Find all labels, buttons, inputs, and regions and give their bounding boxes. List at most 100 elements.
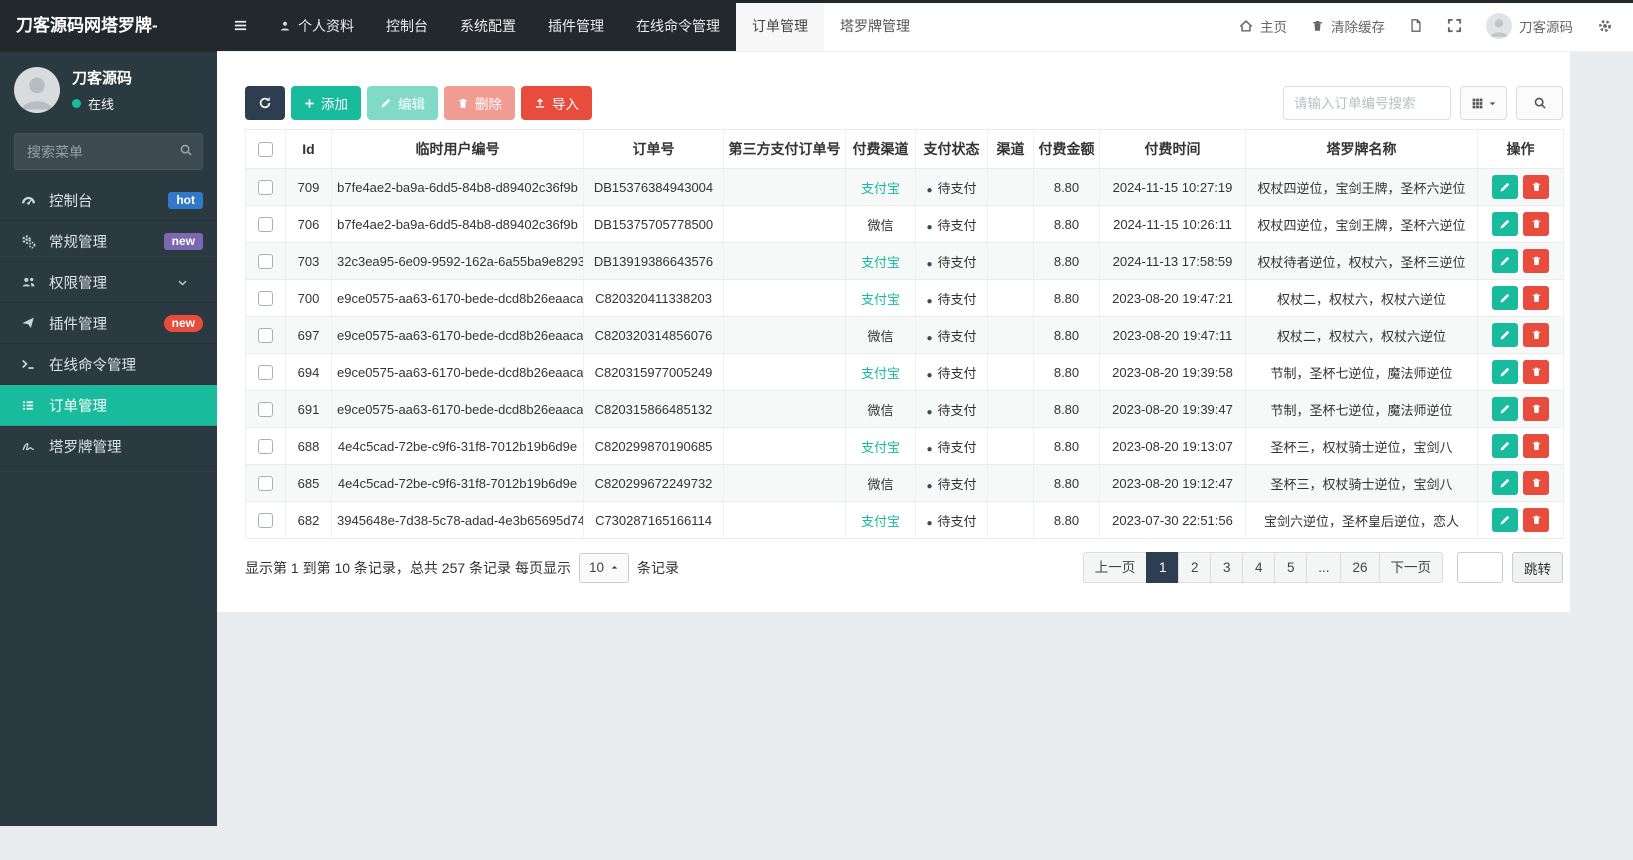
search-icon[interactable] bbox=[179, 143, 193, 157]
row-delete-button[interactable] bbox=[1523, 434, 1549, 458]
sidebar-item[interactable]: 常规管理 new bbox=[0, 221, 217, 262]
page-number[interactable]: 2 bbox=[1178, 552, 1212, 583]
row-edit-button[interactable] bbox=[1492, 323, 1518, 347]
hamburger-icon[interactable] bbox=[217, 0, 263, 51]
row-checkbox[interactable] bbox=[258, 365, 273, 381]
row-delete-button[interactable] bbox=[1523, 471, 1549, 495]
nav-tab[interactable]: 塔罗牌管理 bbox=[824, 0, 926, 51]
cell-actions bbox=[1477, 168, 1564, 206]
nav-tab-label: 插件管理 bbox=[548, 17, 604, 34]
pay-channel-label: 微信 bbox=[867, 217, 894, 233]
pencil-icon bbox=[380, 97, 392, 109]
cell-pay-channel[interactable]: 支付宝 bbox=[845, 279, 916, 317]
jump-page-input[interactable] bbox=[1457, 552, 1503, 583]
page-number[interactable]: 26 bbox=[1340, 552, 1380, 583]
pay-channel-label[interactable]: 支付宝 bbox=[861, 181, 900, 196]
prev-page-button[interactable]: 上一页 bbox=[1082, 552, 1148, 583]
sidebar-item[interactable]: 权限管理 bbox=[0, 262, 217, 303]
delete-button[interactable]: 删除 bbox=[444, 86, 515, 120]
edit-button[interactable]: 编辑 bbox=[367, 86, 438, 120]
row-checkbox[interactable] bbox=[258, 439, 273, 455]
table-body: 709 b7fe4ae2-ba9a-6dd5-84b8-d89402c36f9b D… bbox=[245, 168, 1564, 539]
pay-channel-label[interactable]: 支付宝 bbox=[861, 440, 900, 455]
docs-button[interactable] bbox=[1409, 18, 1423, 33]
sidebar-item[interactable]: 订单管理 bbox=[0, 385, 217, 426]
row-edit-button[interactable] bbox=[1492, 508, 1518, 532]
pay-channel-label[interactable]: 支付宝 bbox=[861, 255, 900, 270]
row-edit-button[interactable] bbox=[1492, 360, 1518, 384]
row-delete-button[interactable] bbox=[1523, 175, 1549, 199]
row-edit-button[interactable] bbox=[1492, 249, 1518, 273]
cell-pay-channel[interactable]: 支付宝 bbox=[845, 168, 916, 206]
edit-label: 编辑 bbox=[398, 97, 425, 112]
row-delete-button[interactable] bbox=[1523, 212, 1549, 236]
jump-button[interactable]: 跳转 bbox=[1512, 552, 1563, 583]
cell-pay-channel[interactable]: 支付宝 bbox=[845, 427, 916, 465]
page-number[interactable]: 3 bbox=[1210, 552, 1244, 583]
refresh-button[interactable] bbox=[245, 86, 285, 120]
row-checkbox[interactable] bbox=[258, 180, 273, 196]
clear-cache-button[interactable]: 清除缓存 bbox=[1311, 16, 1385, 36]
table-row: 700 e9ce0575-aa63-6170-bede-dcd8b26eaaca C… bbox=[245, 279, 1564, 317]
row-delete-button[interactable] bbox=[1523, 249, 1549, 273]
cell-pay-time: 2023-08-20 19:47:11 bbox=[1099, 316, 1246, 354]
row-delete-button[interactable] bbox=[1523, 397, 1549, 421]
pay-channel-label[interactable]: 支付宝 bbox=[861, 514, 900, 529]
sidebar-item[interactable]: 插件管理 new bbox=[0, 303, 217, 344]
nav-tab[interactable]: 在线命令管理 bbox=[620, 0, 736, 51]
row-edit-button[interactable] bbox=[1492, 212, 1518, 236]
sidebar-item-label: 订单管理 bbox=[49, 398, 107, 415]
order-search-input[interactable] bbox=[1283, 86, 1451, 120]
cell-actions bbox=[1477, 205, 1564, 243]
select-all-checkbox[interactable] bbox=[258, 142, 273, 158]
row-checkbox[interactable] bbox=[258, 476, 273, 492]
row-checkbox[interactable] bbox=[258, 402, 273, 418]
row-delete-button[interactable] bbox=[1523, 508, 1549, 532]
cell-pay-channel[interactable]: 支付宝 bbox=[845, 501, 916, 539]
sidebar-item[interactable]: 塔罗牌管理 bbox=[0, 426, 217, 467]
sidebar-user-panel: 刀客源码 在线 bbox=[0, 52, 217, 125]
menu-search-input[interactable] bbox=[14, 133, 203, 170]
row-delete-button[interactable] bbox=[1523, 323, 1549, 347]
row-checkbox[interactable] bbox=[258, 513, 273, 529]
row-edit-button[interactable] bbox=[1492, 175, 1518, 199]
page-number[interactable]: 1 bbox=[1146, 552, 1180, 583]
brand-logo[interactable]: 刀客源码网塔罗牌- bbox=[0, 0, 217, 52]
columns-button[interactable] bbox=[1460, 86, 1507, 120]
row-edit-button[interactable] bbox=[1492, 471, 1518, 495]
cell-pay-channel[interactable]: 支付宝 bbox=[845, 353, 916, 391]
sidebar-item[interactable]: 在线命令管理 bbox=[0, 344, 217, 385]
page-number[interactable]: 4 bbox=[1242, 552, 1276, 583]
row-delete-button[interactable] bbox=[1523, 360, 1549, 384]
home-button[interactable]: 主页 bbox=[1239, 16, 1287, 36]
row-delete-button[interactable] bbox=[1523, 286, 1549, 310]
row-edit-button[interactable] bbox=[1492, 434, 1518, 458]
nav-tab[interactable]: 系统配置 bbox=[444, 0, 532, 51]
cell-pay-channel[interactable]: 支付宝 bbox=[845, 242, 916, 280]
row-checkbox-cell bbox=[245, 501, 286, 539]
row-checkbox[interactable] bbox=[258, 328, 273, 344]
import-button[interactable]: 导入 bbox=[521, 86, 592, 120]
user-menu[interactable]: 刀客源码 bbox=[1486, 12, 1573, 39]
row-checkbox[interactable] bbox=[258, 217, 273, 233]
row-edit-button[interactable] bbox=[1492, 286, 1518, 310]
page-number[interactable]: 5 bbox=[1274, 552, 1308, 583]
pay-channel-label[interactable]: 支付宝 bbox=[861, 366, 900, 381]
nav-tab[interactable]: 控制台 bbox=[370, 0, 444, 51]
nav-tab[interactable]: 个人资料 bbox=[263, 0, 370, 51]
nav-tab[interactable]: 订单管理 bbox=[736, 0, 824, 51]
pay-channel-label[interactable]: 支付宝 bbox=[861, 292, 900, 307]
row-checkbox[interactable] bbox=[258, 254, 273, 270]
page-size-dropdown[interactable]: 10 bbox=[578, 552, 629, 583]
row-checkbox[interactable] bbox=[258, 291, 273, 307]
nav-tab[interactable]: 插件管理 bbox=[532, 0, 620, 51]
cell-channel bbox=[987, 279, 1034, 317]
search-button[interactable] bbox=[1516, 86, 1563, 120]
sidebar-item[interactable]: 控制台 hot bbox=[0, 180, 217, 221]
next-page-button[interactable]: 下一页 bbox=[1378, 552, 1443, 583]
settings-button[interactable] bbox=[1597, 18, 1613, 34]
column-header: Id bbox=[285, 129, 332, 169]
add-button[interactable]: 添加 bbox=[291, 86, 361, 120]
fullscreen-button[interactable] bbox=[1447, 18, 1462, 33]
row-edit-button[interactable] bbox=[1492, 397, 1518, 421]
